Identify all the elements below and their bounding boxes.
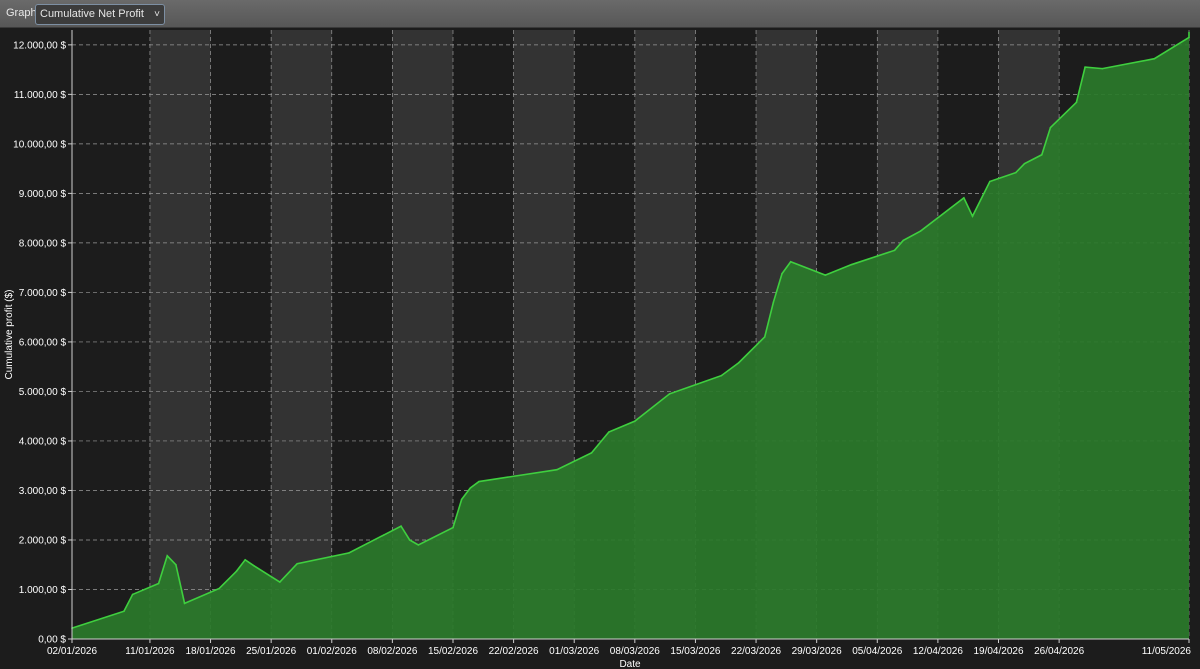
data-point	[720, 374, 723, 377]
x-tick-label: 12/04/2026	[913, 646, 963, 657]
x-tick-label: 25/01/2026	[246, 646, 296, 657]
data-point	[123, 610, 125, 613]
x-tick-label: 01/02/2026	[307, 646, 357, 657]
x-tick-label: 18/01/2026	[186, 646, 236, 657]
x-tick-label: 15/03/2026	[670, 646, 720, 657]
x-tick-label: 22/02/2026	[489, 646, 539, 657]
data-point	[634, 420, 636, 422]
data-point	[400, 525, 402, 527]
x-tick-label: 08/02/2026	[367, 646, 417, 657]
data-point	[408, 539, 411, 541]
data-point	[1015, 171, 1017, 174]
x-tick-label: 05/04/2026	[852, 646, 902, 657]
x-tick-label: 19/04/2026	[973, 646, 1023, 657]
y-tick-label: 7.000,00 $	[19, 288, 67, 299]
x-axis-title: Date	[619, 659, 641, 669]
y-tick-label: 8.000,00 $	[19, 238, 67, 249]
graph-type-dropdown[interactable]: Cumulative Net Profit ˅	[35, 4, 165, 25]
week-band	[271, 30, 332, 639]
week-band	[149, 30, 211, 639]
cumulative-profit-chart: 0,00 $ 1.000,00 $ 2.000,00 $ 3.000,00 $ 4.00…	[4, 30, 1191, 669]
data-point	[789, 260, 792, 263]
data-point	[989, 180, 991, 183]
data-point	[279, 581, 281, 583]
data-point	[919, 230, 922, 232]
y-tick-label: 6.000,00 $	[19, 337, 67, 348]
x-tick-label: 26/04/2026	[1034, 646, 1084, 657]
y-tick-label: 9.000,00 $	[19, 189, 67, 200]
data-point	[824, 274, 827, 276]
data-point	[737, 361, 740, 364]
data-point	[244, 558, 246, 561]
y-axis-title: Cumulative profit ($)	[4, 289, 15, 379]
data-point	[417, 544, 420, 546]
y-tick-label: 3.000,00 $	[19, 486, 67, 497]
data-point	[1049, 126, 1052, 129]
data-point	[668, 393, 671, 395]
data-point	[1188, 31, 1190, 34]
x-axis-ticks: 02/01/2026 11/01/2026 18/01/2026 25/01/2026…	[47, 639, 1191, 657]
chevron-down-icon: ˅	[154, 9, 160, 20]
data-point	[175, 563, 177, 566]
data-point	[608, 431, 610, 433]
x-tick-label: 11/01/2026	[125, 646, 175, 657]
data-point	[469, 487, 472, 489]
data-point	[1040, 153, 1043, 156]
data-point	[971, 215, 974, 217]
x-tick-label: 11/05/2026	[1142, 646, 1192, 657]
data-point	[772, 301, 775, 304]
data-point	[452, 526, 454, 529]
y-tick-label: 10.000,00 $	[13, 139, 66, 150]
data-point	[963, 197, 965, 199]
y-axis-ticks: 0,00 $ 1.000,00 $ 2.000,00 $ 3.000,00 $ 4.00…	[13, 40, 72, 646]
data-point	[460, 498, 463, 501]
data-point	[382, 534, 385, 536]
data-point	[781, 272, 783, 275]
y-tick-label: 4.000,00 $	[19, 436, 67, 447]
data-point	[157, 582, 160, 585]
data-point	[235, 570, 238, 572]
x-tick-label: 22/03/2026	[731, 646, 781, 657]
x-tick-label: 01/03/2026	[549, 646, 599, 657]
data-point	[893, 249, 896, 252]
data-point	[763, 336, 766, 338]
x-tick-label: 02/01/2026	[47, 646, 97, 657]
y-tick-label: 5.000,00 $	[19, 387, 67, 398]
y-tick-label: 11.000,00 $	[14, 90, 67, 101]
data-point	[218, 587, 221, 590]
data-point	[166, 555, 169, 557]
data-point	[1188, 36, 1190, 39]
y-tick-label: 2.000,00 $	[19, 535, 67, 546]
data-point	[590, 452, 593, 454]
y-tick-label: 12.000,00 $	[13, 40, 66, 51]
data-point	[1153, 57, 1156, 60]
data-point	[902, 239, 905, 242]
graph-type-selected: Cumulative Net Profit	[40, 8, 144, 20]
data-point	[478, 480, 480, 483]
data-point	[1023, 162, 1026, 165]
data-point	[556, 468, 558, 471]
graph-label: Graph	[6, 7, 37, 19]
x-tick-label: 29/03/2026	[792, 646, 842, 657]
y-tick-label: 1.000,00 $	[19, 585, 67, 596]
data-point	[1075, 101, 1078, 104]
data-point	[1101, 67, 1104, 70]
data-point	[131, 593, 134, 596]
data-point	[348, 552, 350, 554]
x-tick-label: 08/03/2026	[610, 646, 660, 657]
data-point	[183, 602, 186, 605]
data-point	[850, 263, 853, 266]
data-point	[296, 562, 298, 565]
x-tick-label: 15/02/2026	[428, 646, 478, 657]
data-point	[253, 564, 255, 567]
data-point	[1084, 66, 1086, 68]
toolbar: Graph Cumulative Net Profit ˅	[0, 0, 1200, 28]
y-tick-label: 0,00 $	[38, 635, 66, 646]
